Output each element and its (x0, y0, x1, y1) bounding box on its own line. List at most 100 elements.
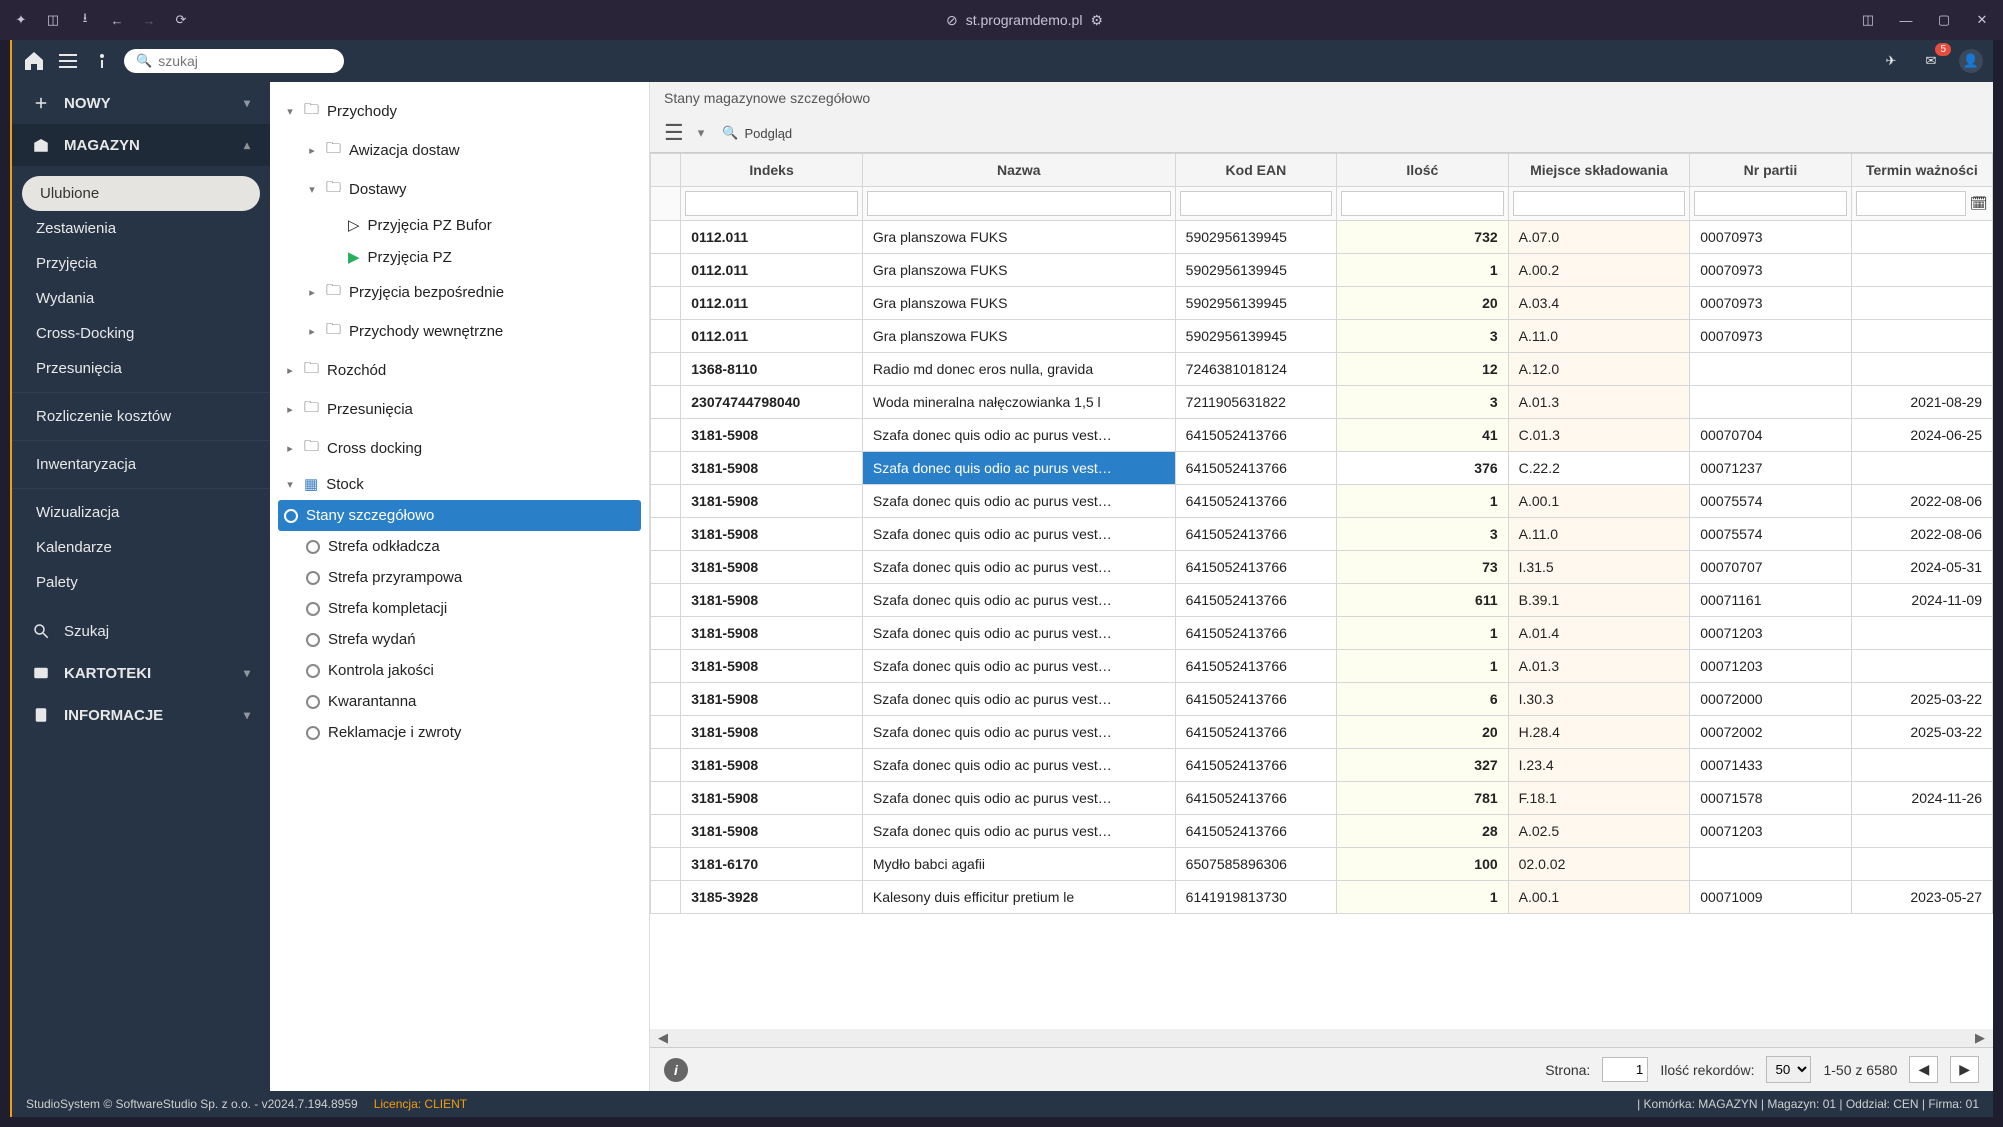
table-row[interactable]: 3181-5908Szafa donec quis odio ac purus … (651, 716, 1993, 749)
cell-check[interactable] (651, 617, 681, 650)
filter-name[interactable] (867, 191, 1171, 216)
sub-calendars[interactable]: Kalendarze (12, 530, 270, 565)
cell-check[interactable] (651, 881, 681, 914)
url-text[interactable]: st.programdemo.pl (966, 12, 1083, 28)
settings-icon[interactable]: ⚙ (1090, 12, 1103, 29)
tree-bezposrednie[interactable]: ▸🗀Przyjęcia bezpośrednie (270, 273, 649, 312)
info-icon[interactable] (90, 49, 114, 73)
nav-search[interactable]: Szukaj (12, 610, 270, 652)
col-exp[interactable]: Termin ważności (1851, 154, 1992, 187)
cell-check[interactable] (651, 650, 681, 683)
page-input[interactable] (1602, 1057, 1648, 1082)
table-row[interactable]: 0112.011Gra planszowa FUKS59029561399451… (651, 254, 1993, 287)
home-icon[interactable] (22, 49, 46, 73)
table-row[interactable]: 3181-5908Szafa donec quis odio ac purus … (651, 815, 1993, 848)
tree-przesuniecia[interactable]: ▸🗀Przesunięcia (270, 390, 649, 429)
tree-dostawy[interactable]: ▾🗀Dostawy (270, 170, 649, 209)
table-row[interactable]: 3181-5908Szafa donec quis odio ac purus … (651, 749, 1993, 782)
filter-index[interactable] (685, 191, 858, 216)
maximize-icon[interactable]: ▢ (1935, 11, 1953, 29)
tree-pz[interactable]: ▶Przyjęcia PZ (270, 241, 649, 273)
tree-strefa-komp[interactable]: Strefa kompletacji (270, 593, 649, 624)
cell-check[interactable] (651, 221, 681, 254)
cell-check[interactable] (651, 386, 681, 419)
tree-strefa-odk[interactable]: Strefa odkładcza (270, 531, 649, 562)
search-input[interactable] (158, 53, 339, 69)
col-loc[interactable]: Miejsce składowania (1508, 154, 1690, 187)
tree-strefa-wyd[interactable]: Strefa wydań (270, 624, 649, 655)
table-row[interactable]: 0112.011Gra planszowa FUKS59029561399453… (651, 320, 1993, 353)
filter-batch[interactable] (1694, 191, 1846, 216)
sub-cost[interactable]: Rozliczenie kosztów (12, 399, 270, 434)
table-row[interactable]: 0112.011Gra planszowa FUKS59029561399452… (651, 287, 1993, 320)
table-row[interactable]: 3181-5908Szafa donec quis odio ac purus … (651, 485, 1993, 518)
table-row[interactable]: 3181-6170Mydło babci agafii6507585896306… (651, 848, 1993, 881)
tree-strefa-przy[interactable]: Strefa przyrampowa (270, 562, 649, 593)
tree-rozchod[interactable]: ▸🗀Rozchód (270, 351, 649, 390)
cell-check[interactable] (651, 584, 681, 617)
filter-exp[interactable] (1856, 191, 1966, 216)
cell-check[interactable] (651, 848, 681, 881)
cell-check[interactable] (651, 485, 681, 518)
browser-logo-icon[interactable]: ✦ (12, 11, 30, 29)
nav-new[interactable]: NOWY ▾ (12, 82, 270, 124)
records-select[interactable]: 50 (1766, 1056, 1811, 1083)
table-row[interactable]: 3181-5908Szafa donec quis odio ac purus … (651, 518, 1993, 551)
tree-reklamacje[interactable]: Reklamacje i zwroty (270, 717, 649, 748)
table-row[interactable]: 23074744798040Woda mineralna nałęczowian… (651, 386, 1993, 419)
sub-favorites[interactable]: Ulubione (22, 176, 260, 211)
calendar-icon[interactable]: 🗓 (1970, 195, 1988, 211)
table-row[interactable]: 3181-5908Szafa donec quis odio ac purus … (651, 650, 1993, 683)
user-icon[interactable]: 👤 (1959, 49, 1983, 73)
table-row[interactable]: 0112.011Gra planszowa FUKS59029561399457… (651, 221, 1993, 254)
table-row[interactable]: 3185-3928Kalesony duis efficitur pretium… (651, 881, 1993, 914)
close-icon[interactable]: ✕ (1973, 11, 1991, 29)
nav-warehouse[interactable]: MAGAZYN ▴ (12, 124, 270, 166)
tree-przychody[interactable]: ▾🗀Przychody (270, 92, 649, 131)
cell-check[interactable] (651, 287, 681, 320)
nav-kartoteki[interactable]: KARTOTEKI ▾ (12, 652, 270, 694)
col-index[interactable]: Indeks (681, 154, 863, 187)
sidebar-toggle-icon[interactable]: ◫ (44, 11, 62, 29)
scroll-left-icon[interactable]: ◀ (654, 1030, 672, 1046)
cell-check[interactable] (651, 353, 681, 386)
info-button[interactable]: i (664, 1058, 688, 1082)
table-row[interactable]: 3181-5908Szafa donec quis odio ac purus … (651, 584, 1993, 617)
tree-wewnetrzne[interactable]: ▸🗀Przychody wewnętrzne (270, 312, 649, 351)
sub-inventory[interactable]: Inwentaryzacja (12, 447, 270, 482)
preview-button[interactable]: 🔍 Podgląd (722, 125, 792, 141)
pager-prev[interactable]: ◀ (1909, 1056, 1938, 1083)
cell-check[interactable] (651, 716, 681, 749)
cell-check[interactable] (651, 452, 681, 485)
table-row[interactable]: 3181-5908Szafa donec quis odio ac purus … (651, 617, 1993, 650)
col-check[interactable] (651, 154, 681, 187)
col-name[interactable]: Nazwa (862, 154, 1175, 187)
sub-receipts[interactable]: Przyjęcia (12, 246, 270, 281)
download-icon[interactable]: ⭳ (76, 11, 94, 29)
sub-viz[interactable]: Wizualizacja (12, 495, 270, 530)
sub-reports[interactable]: Zestawienia (12, 211, 270, 246)
tree-kontrola[interactable]: Kontrola jakości (270, 655, 649, 686)
cell-check[interactable] (651, 254, 681, 287)
horizontal-scrollbar[interactable]: ◀ ▶ (650, 1029, 1993, 1047)
cell-check[interactable] (651, 815, 681, 848)
sub-issues[interactable]: Wydania (12, 281, 270, 316)
cell-check[interactable] (651, 749, 681, 782)
dropdown-icon[interactable]: ▾ (698, 125, 705, 141)
col-batch[interactable]: Nr partii (1690, 154, 1851, 187)
filter-loc[interactable] (1513, 191, 1686, 216)
cell-check[interactable] (651, 683, 681, 716)
cell-check[interactable] (651, 518, 681, 551)
nav-informacje[interactable]: INFORMACJE ▾ (12, 694, 270, 736)
pager-next[interactable]: ▶ (1950, 1056, 1979, 1083)
sub-pallets[interactable]: Palety (12, 565, 270, 600)
tree-awizacja[interactable]: ▸🗀Awizacja dostaw (270, 131, 649, 170)
table-row[interactable]: 3181-5908Szafa donec quis odio ac purus … (651, 452, 1993, 485)
col-qty[interactable]: Ilość (1337, 154, 1509, 187)
col-ean[interactable]: Kod EAN (1175, 154, 1336, 187)
cell-check[interactable] (651, 419, 681, 452)
filter-qty[interactable] (1341, 191, 1504, 216)
table-row[interactable]: 3181-5908Szafa donec quis odio ac purus … (651, 683, 1993, 716)
cell-check[interactable] (651, 782, 681, 815)
tree-kwarantanna[interactable]: Kwarantanna (270, 686, 649, 717)
